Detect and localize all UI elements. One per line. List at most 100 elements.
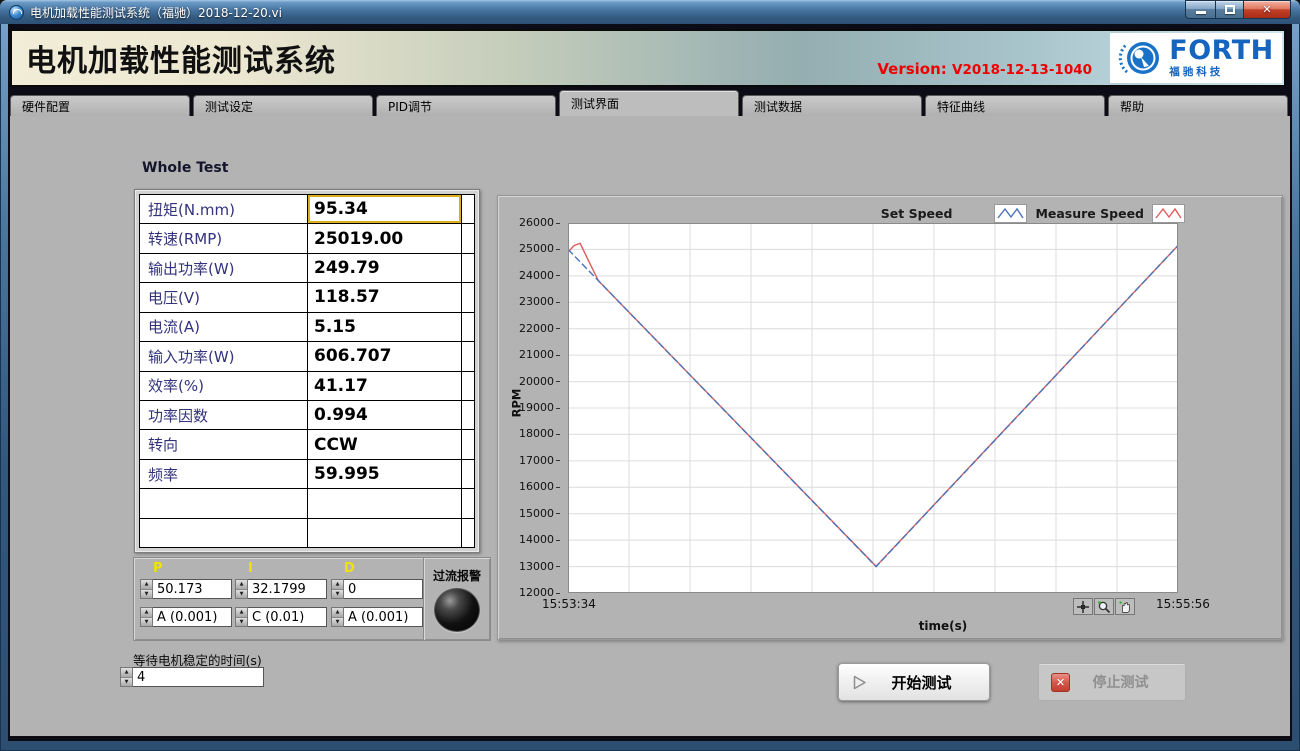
table-row-label: 输入功率(W) [140, 342, 308, 370]
close-icon: ✕ [1262, 3, 1271, 16]
table-row-value[interactable]: 59.995 [308, 460, 462, 488]
increment-icon[interactable]: ▲ [141, 608, 152, 618]
plot-area[interactable] [568, 223, 1178, 593]
table-row-value[interactable]: 41.17 [308, 372, 462, 400]
y-axis-tick: 22000 [498, 322, 560, 335]
minimize-button[interactable] [1185, 0, 1215, 19]
table-row-value[interactable]: 249.79 [308, 254, 462, 282]
pid-mode-input[interactable]: A (0.001) [344, 607, 423, 627]
play-icon [851, 674, 868, 691]
decrement-icon[interactable]: ▼ [141, 618, 152, 627]
overcurrent-alarm: 过流报警 [423, 558, 490, 640]
table-row: 电压(V)118.57 [140, 283, 474, 312]
logo-name: FORTH [1169, 38, 1274, 64]
legend-line-icon[interactable] [994, 204, 1027, 223]
y-axis-tick: 15000 [498, 507, 560, 520]
tab-test-interface[interactable]: 测试界面 [559, 90, 739, 116]
increment-icon[interactable]: ▲ [332, 580, 343, 590]
increment-icon[interactable]: ▲ [141, 580, 152, 590]
table-row [140, 489, 474, 518]
table-row-extra-cell [462, 519, 474, 547]
table-row-value[interactable] [308, 489, 462, 517]
pid-value-stepper[interactable]: ▲▼ [140, 579, 153, 599]
pid-value-input[interactable]: 50.173 [153, 579, 232, 599]
pid-value-stepper[interactable]: ▲▼ [331, 579, 344, 599]
gauge-logo-icon [1118, 34, 1164, 82]
tab-pid-tuning[interactable]: PID调节 [376, 95, 556, 116]
tab-hardware-config[interactable]: 硬件配置 [10, 95, 190, 116]
minimize-icon [1196, 11, 1206, 14]
table-row-extra-cell [462, 489, 474, 517]
table-row: 输出功率(W)249.79 [140, 254, 474, 283]
maximize-button[interactable] [1215, 0, 1244, 19]
increment-icon[interactable]: ▲ [121, 668, 132, 678]
y-axis-tick: 26000 [498, 216, 560, 229]
table-row-value[interactable]: 0.994 [308, 401, 462, 429]
pid-gain-label: P [153, 561, 163, 576]
crosshair-icon [1076, 600, 1090, 614]
chart-legend: Set Speed Measure Speed [881, 204, 1185, 223]
x-axis-start-tick: 15:53:34 [542, 597, 596, 611]
pid-mode-stepper[interactable]: ▲▼ [235, 607, 248, 627]
tab-help[interactable]: 帮助 [1108, 95, 1288, 116]
increment-icon[interactable]: ▲ [236, 608, 247, 618]
version-value: V2018-12-13-1040 [952, 62, 1092, 78]
crosshair-tool-button[interactable] [1073, 598, 1093, 615]
table-row-value[interactable]: 25019.00 [308, 224, 462, 252]
alarm-led [434, 588, 480, 632]
decrement-icon[interactable]: ▼ [332, 618, 343, 627]
y-axis-tick: 20000 [498, 375, 560, 388]
table-row-value[interactable]: 5.15 [308, 313, 462, 341]
legend-label: Measure Speed [1035, 206, 1144, 221]
decrement-icon[interactable]: ▼ [121, 678, 132, 687]
tab-test-data[interactable]: 测试数据 [742, 95, 922, 116]
wait-time-input[interactable]: 4 [133, 667, 264, 687]
wait-time-stepper[interactable]: ▲ ▼ [120, 667, 133, 687]
table-row [140, 519, 474, 547]
y-axis-tick: 16000 [498, 480, 560, 493]
pid-value-input[interactable]: 0 [344, 579, 423, 599]
decrement-icon[interactable]: ▼ [332, 590, 343, 599]
table-row-value[interactable]: 118.57 [308, 283, 462, 311]
table-row-label: 转向 [140, 430, 308, 458]
titlebar[interactable]: 电机加载性能测试系统（福驰）2018-12-20.vi ✕ [0, 0, 1300, 24]
pid-mode-stepper[interactable]: ▲▼ [140, 607, 153, 627]
table-row-value[interactable]: 606.707 [308, 342, 462, 370]
increment-icon[interactable]: ▲ [332, 608, 343, 618]
pan-tool-button[interactable] [1115, 598, 1135, 615]
tab-characteristic-curve[interactable]: 特征曲线 [925, 95, 1105, 116]
tab-test-settings[interactable]: 测试设定 [193, 95, 373, 116]
legend-line-icon[interactable] [1152, 204, 1185, 223]
pid-mode-input[interactable]: A (0.001) [153, 607, 232, 627]
decrement-icon[interactable]: ▼ [141, 590, 152, 599]
stop-test-button[interactable]: ✕ 停止测试 [1038, 663, 1186, 701]
table-row: 功率因数0.994 [140, 401, 474, 430]
logo-subtext: 福驰科技 [1169, 64, 1274, 79]
table-row-label: 功率因数 [140, 401, 308, 429]
table-row-value[interactable]: 95.34 [308, 195, 462, 223]
table-row-label: 扭矩(N.mm) [140, 195, 308, 223]
start-test-button[interactable]: 开始测试 [838, 663, 990, 701]
table-row-label: 转速(RMP) [140, 224, 308, 252]
pid-mode-input[interactable]: C (0.01) [248, 607, 327, 627]
table-row-label [140, 519, 308, 547]
increment-icon[interactable]: ▲ [236, 580, 247, 590]
pid-value-stepper[interactable]: ▲▼ [235, 579, 248, 599]
app-header: 电机加载性能测试系统 Version: V2018-12-13-1040 FOR… [10, 29, 1286, 87]
y-axis-tick: 19000 [498, 401, 560, 414]
pid-value-input[interactable]: 32.1799 [248, 579, 327, 599]
table-row-value[interactable]: CCW [308, 430, 462, 458]
pid-mode-stepper[interactable]: ▲▼ [331, 607, 344, 627]
zoom-tool-button[interactable] [1094, 598, 1114, 615]
table-row-value[interactable] [308, 519, 462, 547]
close-button[interactable]: ✕ [1244, 0, 1291, 19]
y-axis-tick: 17000 [498, 454, 560, 467]
x-axis-title: time(s) [858, 619, 1028, 633]
decrement-icon[interactable]: ▼ [236, 618, 247, 627]
stop-test-label: 停止测试 [1070, 672, 1171, 692]
table-row-label: 输出功率(W) [140, 254, 308, 282]
table-row: 输入功率(W)606.707 [140, 342, 474, 371]
y-axis-tick: 14000 [498, 533, 560, 546]
decrement-icon[interactable]: ▼ [236, 590, 247, 599]
table-row-extra-cell [462, 372, 474, 400]
